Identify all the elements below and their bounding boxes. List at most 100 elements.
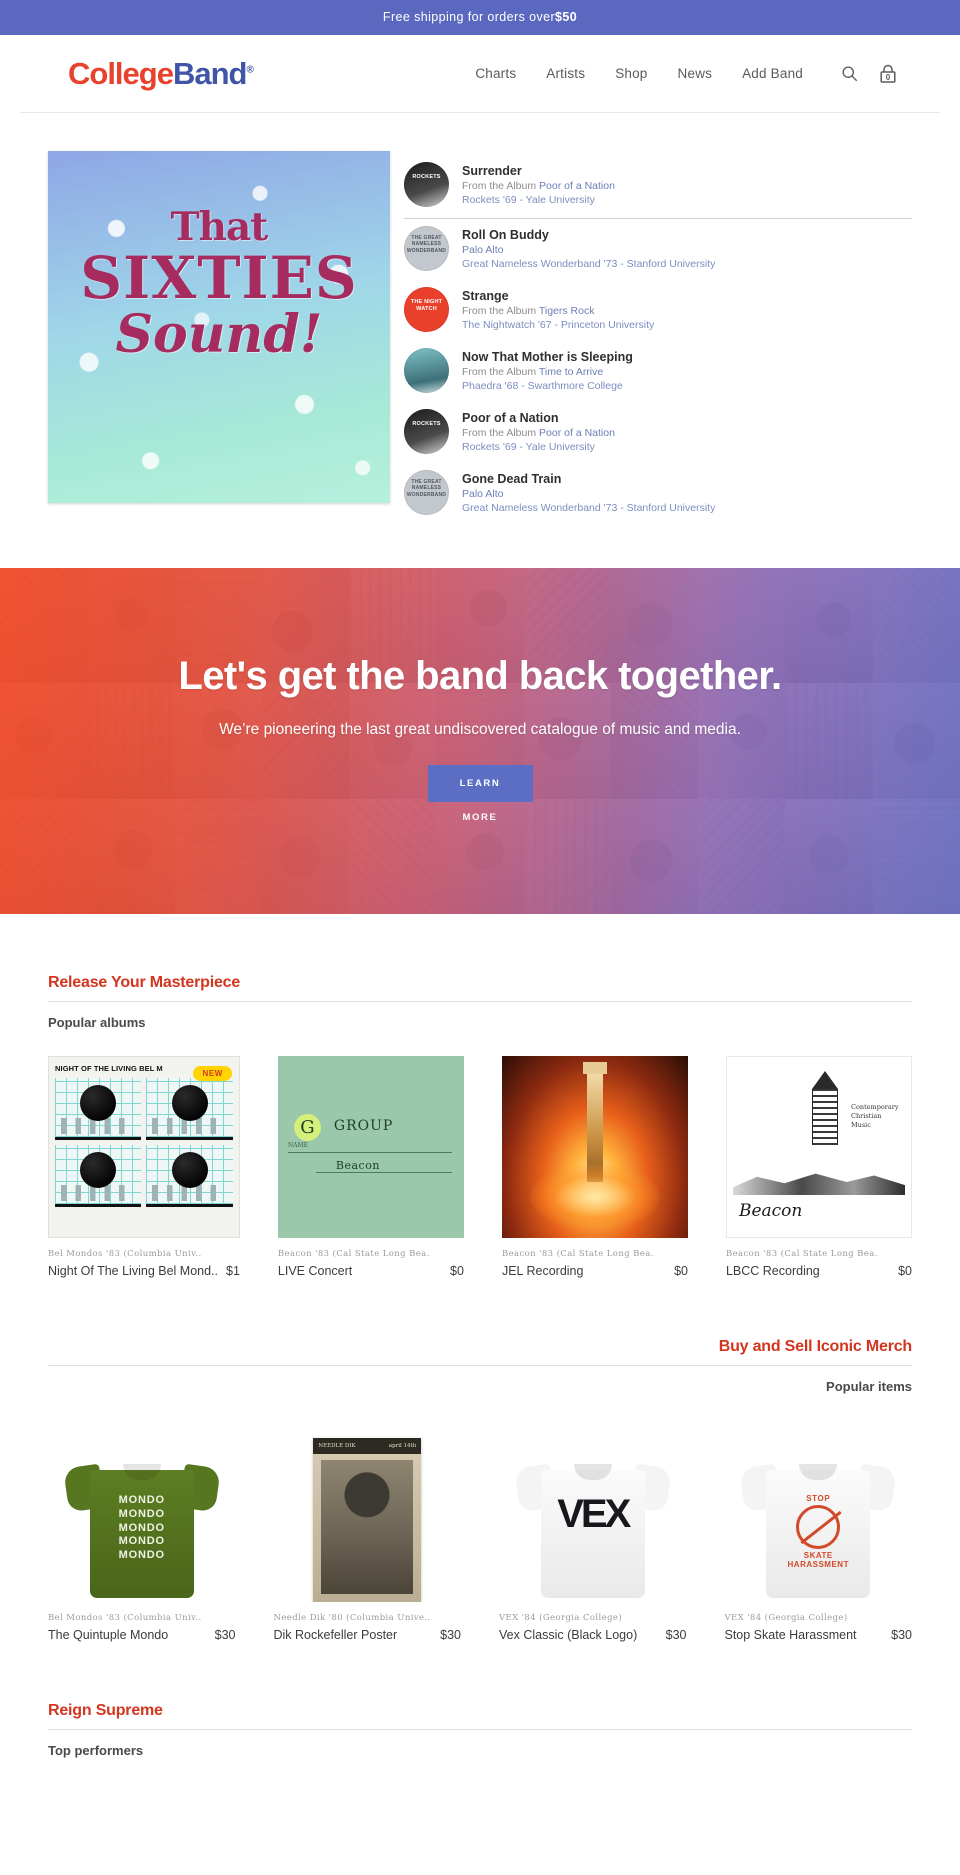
learn-more-button-second-line[interactable]: MORE	[0, 812, 960, 823]
hero-banner: Let's get the band back together. We’re …	[0, 568, 960, 914]
album-cover[interactable]: G GROUP NAME Beacon	[277, 1056, 464, 1238]
poster-needle-dik: NEEDLE DIK april 14th	[313, 1438, 422, 1602]
tshirt-art-stop-text: STOP	[806, 1494, 831, 1503]
track-album-prefix: From the Album	[462, 426, 537, 439]
album-card[interactable]: Contemporary Christian Music Beacon Beac…	[725, 1056, 912, 1278]
merch-card[interactable]: STOP SKATE HARASSMENT VEX '84 (Georgia C…	[724, 1420, 913, 1642]
track-band: Rockets '69 - Yale University	[462, 193, 595, 206]
merch-card[interactable]: NEEDLE DIK april 14th Needle Dik '80 (Co…	[273, 1420, 462, 1642]
album-cover-art-night-of-the-living: NIGHT OF THE LIVING BEL M	[48, 1056, 240, 1238]
albums-section-subheading: Popular albums	[48, 1015, 146, 1030]
tshirt-art-sub-2: HARASSMENT	[787, 1560, 849, 1569]
merch-image[interactable]: STOP SKATE HARASSMENT	[725, 1420, 913, 1602]
featured-album-title: That SIXTIES Sound!	[48, 207, 390, 362]
album-price: $0	[450, 1264, 464, 1278]
album-band: Beacon '83 (Cal State Long Bea.	[501, 1249, 654, 1259]
nav-item-charts[interactable]: Charts	[475, 66, 516, 81]
merch-section: Buy and Sell Iconic Merch Popular items …	[0, 1338, 960, 1642]
performers-section-divider	[48, 1729, 912, 1730]
albums-section-divider	[48, 1001, 912, 1002]
album-cover[interactable]: NEW NIGHT OF THE LIVING BEL M	[48, 1056, 240, 1238]
merch-section-heading: Buy and Sell Iconic Merch	[718, 1338, 912, 1355]
merch-band: Bel Mondos '83 (Columbia Univ..	[48, 1613, 202, 1623]
merch-price: $30	[214, 1628, 236, 1642]
tshirt-art-line: MONDO	[118, 1549, 165, 1561]
track-title: Roll On Buddy	[462, 227, 549, 242]
nav-item-artists[interactable]: Artists	[546, 66, 585, 81]
album-card[interactable]: NEW NIGHT OF THE LIVING BEL M Bel Mondos…	[48, 1056, 240, 1278]
track-row[interactable]: THE NIGHT WATCH Strange From the Album T…	[404, 280, 912, 341]
cart-count-badge: 0	[885, 73, 891, 82]
track-title: Now That Mother is Sleeping	[462, 349, 633, 364]
nav-item-news[interactable]: News	[678, 66, 713, 81]
track-row[interactable]: THE GREAT NAMELESS WONDERBAND Roll On Bu…	[404, 219, 912, 280]
tshirt-art-sub-1: SKATE	[803, 1551, 833, 1560]
album-cover[interactable]: Contemporary Christian Music Beacon	[725, 1056, 912, 1238]
nav-item-shop[interactable]: Shop	[615, 66, 647, 81]
albums-grid: NEW NIGHT OF THE LIVING BEL M Bel Mondos…	[48, 1056, 912, 1278]
hero-headline: Let's get the band back together.	[178, 654, 782, 698]
featured-album-artwork[interactable]: That SIXTIES Sound!	[48, 151, 390, 503]
track-album-line: From the Album Poor of a Nation	[462, 180, 615, 192]
nav-item-add-band[interactable]: Add Band	[742, 66, 803, 81]
album-band: Bel Mondos '83 (Columbia Univ..	[48, 1249, 202, 1259]
merch-name: Dik Rockefeller Poster	[273, 1628, 398, 1642]
album-cover-subtitle: Beacon	[335, 1159, 380, 1172]
album-name: Night Of The Living Bel Mond..	[48, 1264, 218, 1278]
merch-price: $30	[440, 1628, 461, 1642]
merch-section-subheading: Popular items	[826, 1379, 912, 1394]
album-price: $0	[898, 1264, 912, 1278]
album-band: Beacon '83 (Cal State Long Bea.	[725, 1249, 878, 1259]
track-thumbnail: THE GREAT NAMELESS WONDERBAND	[404, 470, 449, 515]
track-band: Phaedra '68 - Swarthmore College	[462, 379, 623, 392]
learn-more-button[interactable]: LEARN	[427, 765, 533, 802]
album-band: Beacon '83 (Cal State Long Bea.	[277, 1249, 430, 1259]
tshirt-art-line: MONDO	[118, 1535, 165, 1548]
merch-image[interactable]: NEEDLE DIK april 14th	[274, 1420, 462, 1602]
track-row[interactable]: ROCKETS Poor of a Nation From the Album …	[404, 402, 912, 463]
merch-card[interactable]: VEX VEX '84 (Georgia College) Vex Classi…	[499, 1420, 687, 1642]
site-logo[interactable]: CollegeBand®	[68, 55, 254, 92]
track-band: Great Nameless Wonderband '73 - Stanford…	[462, 257, 716, 270]
no-skate-icon	[796, 1505, 841, 1549]
track-band: Rockets '69 - Yale University	[462, 440, 595, 453]
track-title: Surrender	[462, 163, 522, 178]
merch-card[interactable]: MONDO MONDO MONDO MONDO MONDO Bel Mondos…	[48, 1420, 236, 1642]
album-name: JEL Recording	[501, 1264, 584, 1278]
track-album-prefix: From the Album	[462, 304, 537, 317]
track-row[interactable]: Now That Mother is Sleeping From the Alb…	[404, 341, 912, 402]
album-cover-name-label: NAME	[287, 1142, 309, 1149]
merch-image[interactable]: VEX	[499, 1420, 687, 1602]
album-cover-title: GROUP	[333, 1118, 394, 1134]
track-album-prefix: From the Album	[462, 179, 537, 192]
cart-icon[interactable]: 0	[880, 64, 896, 83]
merch-image[interactable]: MONDO MONDO MONDO MONDO MONDO	[48, 1420, 236, 1602]
album-card[interactable]: Beacon '83 (Cal State Long Bea. JEL Reco…	[501, 1056, 688, 1278]
album-price: $1	[226, 1264, 240, 1278]
albums-section: Release Your Masterpiece Popular albums …	[0, 974, 960, 1278]
track-row[interactable]: THE GREAT NAMELESS WONDERBAND Gone Dead …	[404, 463, 912, 524]
album-cover-subtitle: Contemporary Christian Music	[851, 1103, 899, 1130]
album-cover-art-group-beacon: G GROUP NAME Beacon	[277, 1056, 464, 1238]
track-album-name: Tigers Rock	[538, 304, 595, 317]
track-thumbnail-label: THE GREAT NAMELESS WONDERBAND	[406, 235, 447, 254]
track-row[interactable]: ROCKETS Surrender From the Album Poor of…	[404, 155, 912, 219]
featured-section: That SIXTIES Sound! ROCKETS Surrender Fr…	[0, 113, 960, 568]
search-icon[interactable]	[841, 65, 858, 82]
hero-subheadline: We’re pioneering the last great undiscov…	[219, 721, 741, 738]
merch-name: Stop Skate Harassment	[724, 1628, 857, 1642]
track-album-name: Time to Arrive	[538, 365, 604, 378]
logo-part-college: College	[68, 55, 174, 91]
new-badge: NEW	[193, 1066, 232, 1081]
album-cover[interactable]	[501, 1056, 688, 1238]
album-card[interactable]: G GROUP NAME Beacon Beacon '83 (Cal Stat…	[277, 1056, 464, 1278]
track-album-name: Poor of a Nation	[539, 426, 615, 439]
merch-band: VEX '84 (Georgia College)	[499, 1613, 623, 1623]
hero-content: Let's get the band back together. We’re …	[0, 568, 960, 823]
logo-registered-mark: ®	[246, 64, 253, 76]
track-album-prefix: From the Album	[462, 365, 537, 378]
merch-name: Vex Classic (Black Logo)	[499, 1628, 638, 1642]
main-navigation: Charts Artists Shop News Add Band	[475, 66, 803, 81]
featured-title-line-3: Sound!	[115, 303, 323, 365]
track-thumbnail-label: ROCKETS	[412, 421, 441, 427]
